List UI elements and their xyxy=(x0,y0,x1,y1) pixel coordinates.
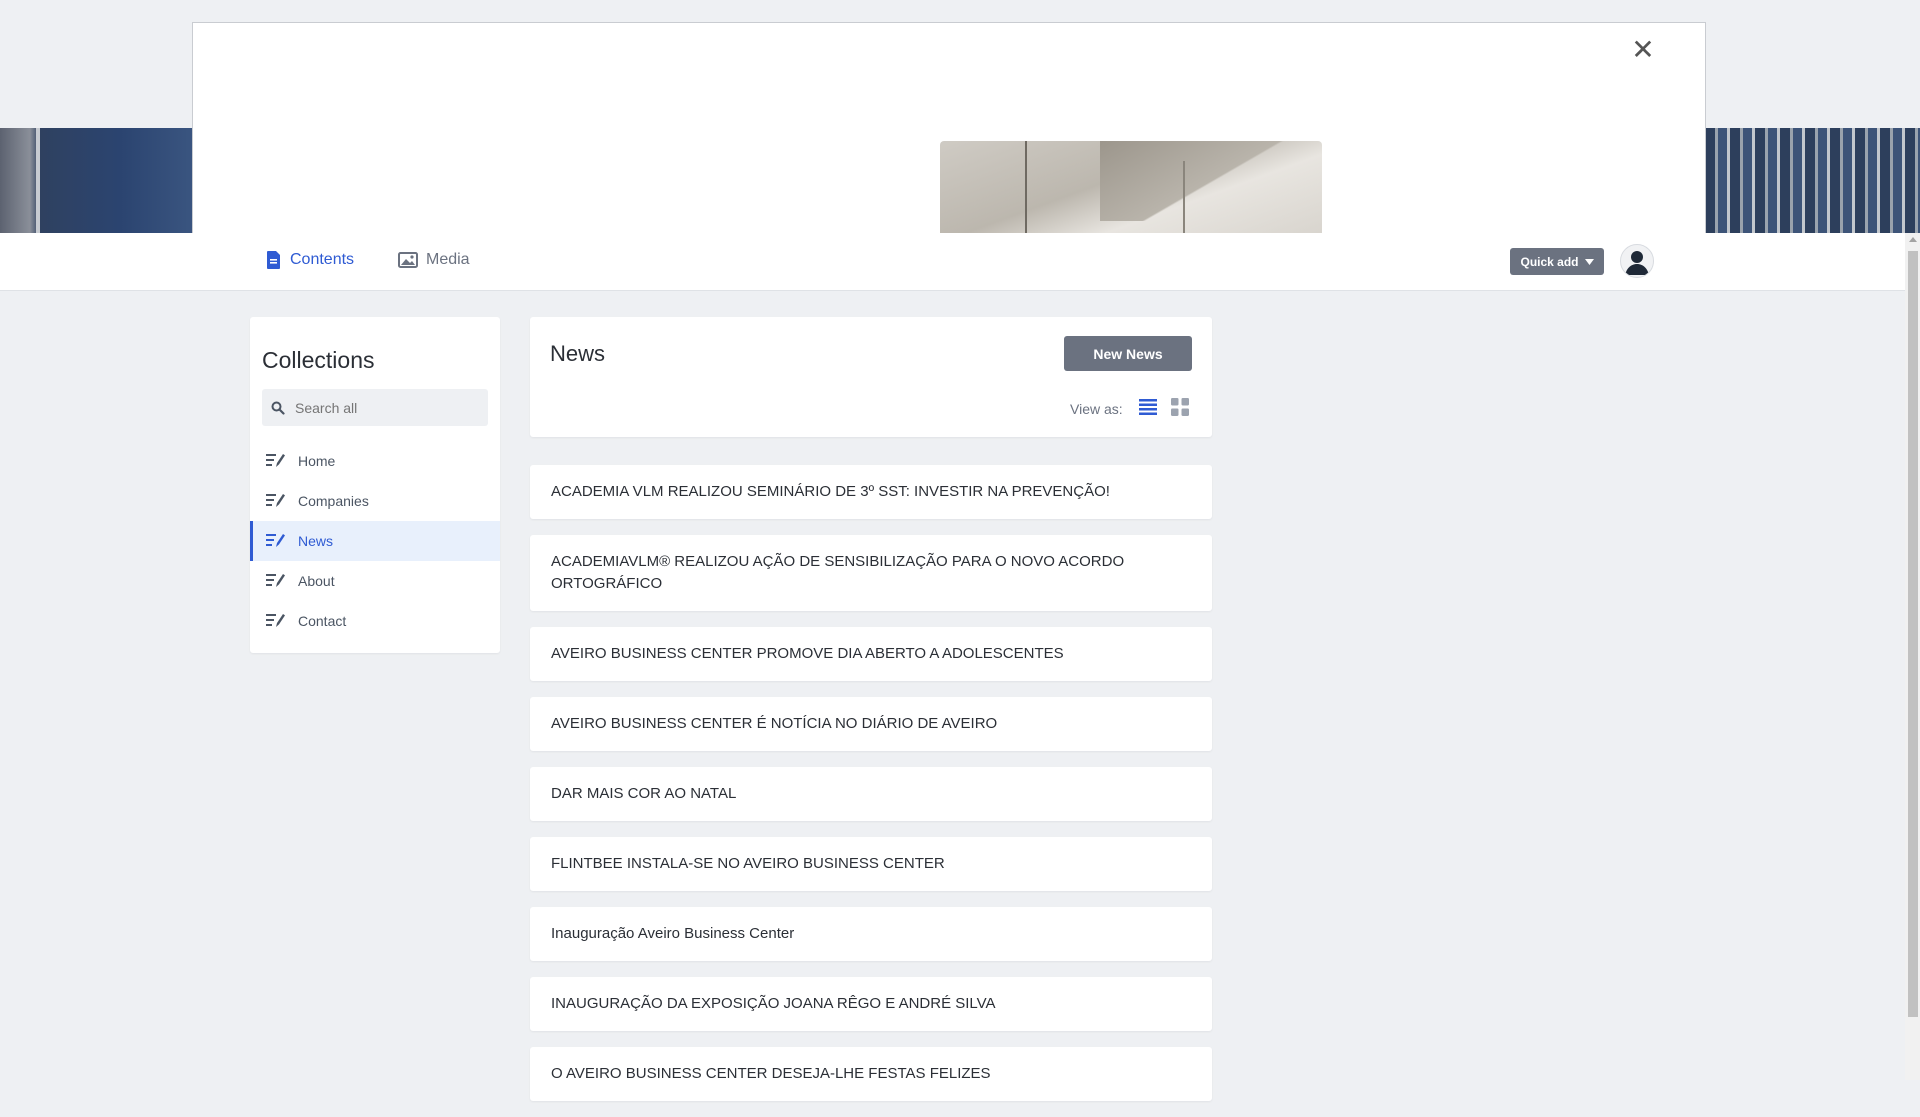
list-item[interactable]: ACADEMIAVLM® REALIZOU AÇÃO DE SENSIBILIZ… xyxy=(530,535,1212,611)
close-icon[interactable]: ✕ xyxy=(1631,36,1655,64)
list-item[interactable]: INAUGURAÇÃO DA EXPOSIÇÃO JOANA RÊGO E AN… xyxy=(530,977,1212,1031)
hero-background-right xyxy=(1705,128,1920,233)
modal-preview-image xyxy=(940,141,1322,234)
quick-add-button[interactable]: Quick add xyxy=(1510,248,1604,275)
list-item[interactable]: DAR MAIS COR AO NATAL xyxy=(530,767,1212,821)
edit-list-icon xyxy=(266,454,285,467)
scroll-up-arrow-icon[interactable] xyxy=(1909,237,1917,242)
list-item[interactable]: AVEIRO BUSINESS CENTER É NOTÍCIA NO DIÁR… xyxy=(530,697,1212,751)
news-header-card: News New News View as: xyxy=(530,317,1212,437)
avatar[interactable] xyxy=(1620,244,1654,278)
grid-view-icon[interactable] xyxy=(1170,397,1190,417)
search-box[interactable] xyxy=(262,389,488,426)
sidebar-item-news[interactable]: News xyxy=(250,521,500,561)
scrollbar-thumb[interactable] xyxy=(1908,251,1918,1017)
sidebar-item-label: Companies xyxy=(298,493,369,509)
search-icon xyxy=(271,401,285,415)
new-news-button[interactable]: New News xyxy=(1064,336,1192,371)
sidebar-item-contact[interactable]: Contact xyxy=(250,601,500,641)
list-item-title: O AVEIRO BUSINESS CENTER DESEJA-LHE FEST… xyxy=(551,1065,991,1082)
sidebar-item-label: News xyxy=(298,533,334,549)
page-scrollbar[interactable] xyxy=(1905,233,1920,1080)
sidebar-item-companies[interactable]: Companies xyxy=(250,481,500,521)
media-modal xyxy=(192,22,1706,234)
sidebar-item-label: About xyxy=(298,573,335,589)
sidebar-item-home[interactable]: Home xyxy=(250,441,500,481)
list-item[interactable]: AVEIRO BUSINESS CENTER PROMOVE DIA ABERT… xyxy=(530,627,1212,681)
collections-sidebar: Collections Home Companies News About Co… xyxy=(250,317,500,653)
list-item-title: INAUGURAÇÃO DA EXPOSIÇÃO JOANA RÊGO E AN… xyxy=(551,995,996,1012)
list-item-title: FLINTBEE INSTALA-SE NO AVEIRO BUSINESS C… xyxy=(551,855,945,872)
image-icon xyxy=(398,252,418,268)
user-icon xyxy=(1625,251,1649,275)
sidebar-item-label: Home xyxy=(298,453,336,469)
view-as-label: View as: xyxy=(1070,401,1123,417)
edit-list-icon xyxy=(266,494,285,507)
quick-add-label: Quick add xyxy=(1520,254,1579,269)
tab-contents[interactable]: Contents xyxy=(266,251,354,269)
list-item[interactable]: FLINTBEE INSTALA-SE NO AVEIRO BUSINESS C… xyxy=(530,837,1212,891)
list-item[interactable]: O AVEIRO BUSINESS CENTER DESEJA-LHE FEST… xyxy=(530,1047,1212,1101)
tab-contents-label: Contents xyxy=(290,251,355,268)
list-view-icon[interactable] xyxy=(1138,397,1158,417)
list-item[interactable]: ACADEMIA VLM REALIZOU SEMINÁRIO DE 3º SS… xyxy=(530,465,1212,519)
list-item-title: Inauguração Aveiro Business Center xyxy=(551,925,795,942)
search-input[interactable] xyxy=(293,398,477,417)
collection-list: Home Companies News About Contact xyxy=(250,441,500,641)
top-navigation: Contents Media Quick add xyxy=(0,233,1905,291)
caret-down-icon xyxy=(1584,258,1594,265)
document-icon xyxy=(267,251,280,269)
list-item-title: AVEIRO BUSINESS CENTER PROMOVE DIA ABERT… xyxy=(551,645,1064,662)
list-item-title: DAR MAIS COR AO NATAL xyxy=(551,785,737,802)
page-title: News xyxy=(550,341,606,366)
list-item-title: AVEIRO BUSINESS CENTER É NOTÍCIA NO DIÁR… xyxy=(551,715,998,732)
tab-media-label: Media xyxy=(426,251,470,268)
edit-list-icon xyxy=(266,574,285,587)
news-list: ACADEMIA VLM REALIZOU SEMINÁRIO DE 3º SS… xyxy=(530,465,1212,1117)
sidebar-title: Collections xyxy=(262,347,375,373)
list-item-title: ACADEMIA VLM REALIZOU SEMINÁRIO DE 3º SS… xyxy=(551,483,1110,500)
tab-media[interactable]: Media xyxy=(398,251,470,269)
edit-list-icon xyxy=(266,534,285,547)
list-item-title: ACADEMIAVLM® REALIZOU AÇÃO DE SENSIBILIZ… xyxy=(551,553,1125,592)
list-item[interactable]: Inauguração Aveiro Business Center xyxy=(530,907,1212,961)
sidebar-item-label: Contact xyxy=(298,613,347,629)
edit-list-icon xyxy=(266,614,285,627)
hero-background-left xyxy=(0,128,193,233)
sidebar-item-about[interactable]: About xyxy=(250,561,500,601)
